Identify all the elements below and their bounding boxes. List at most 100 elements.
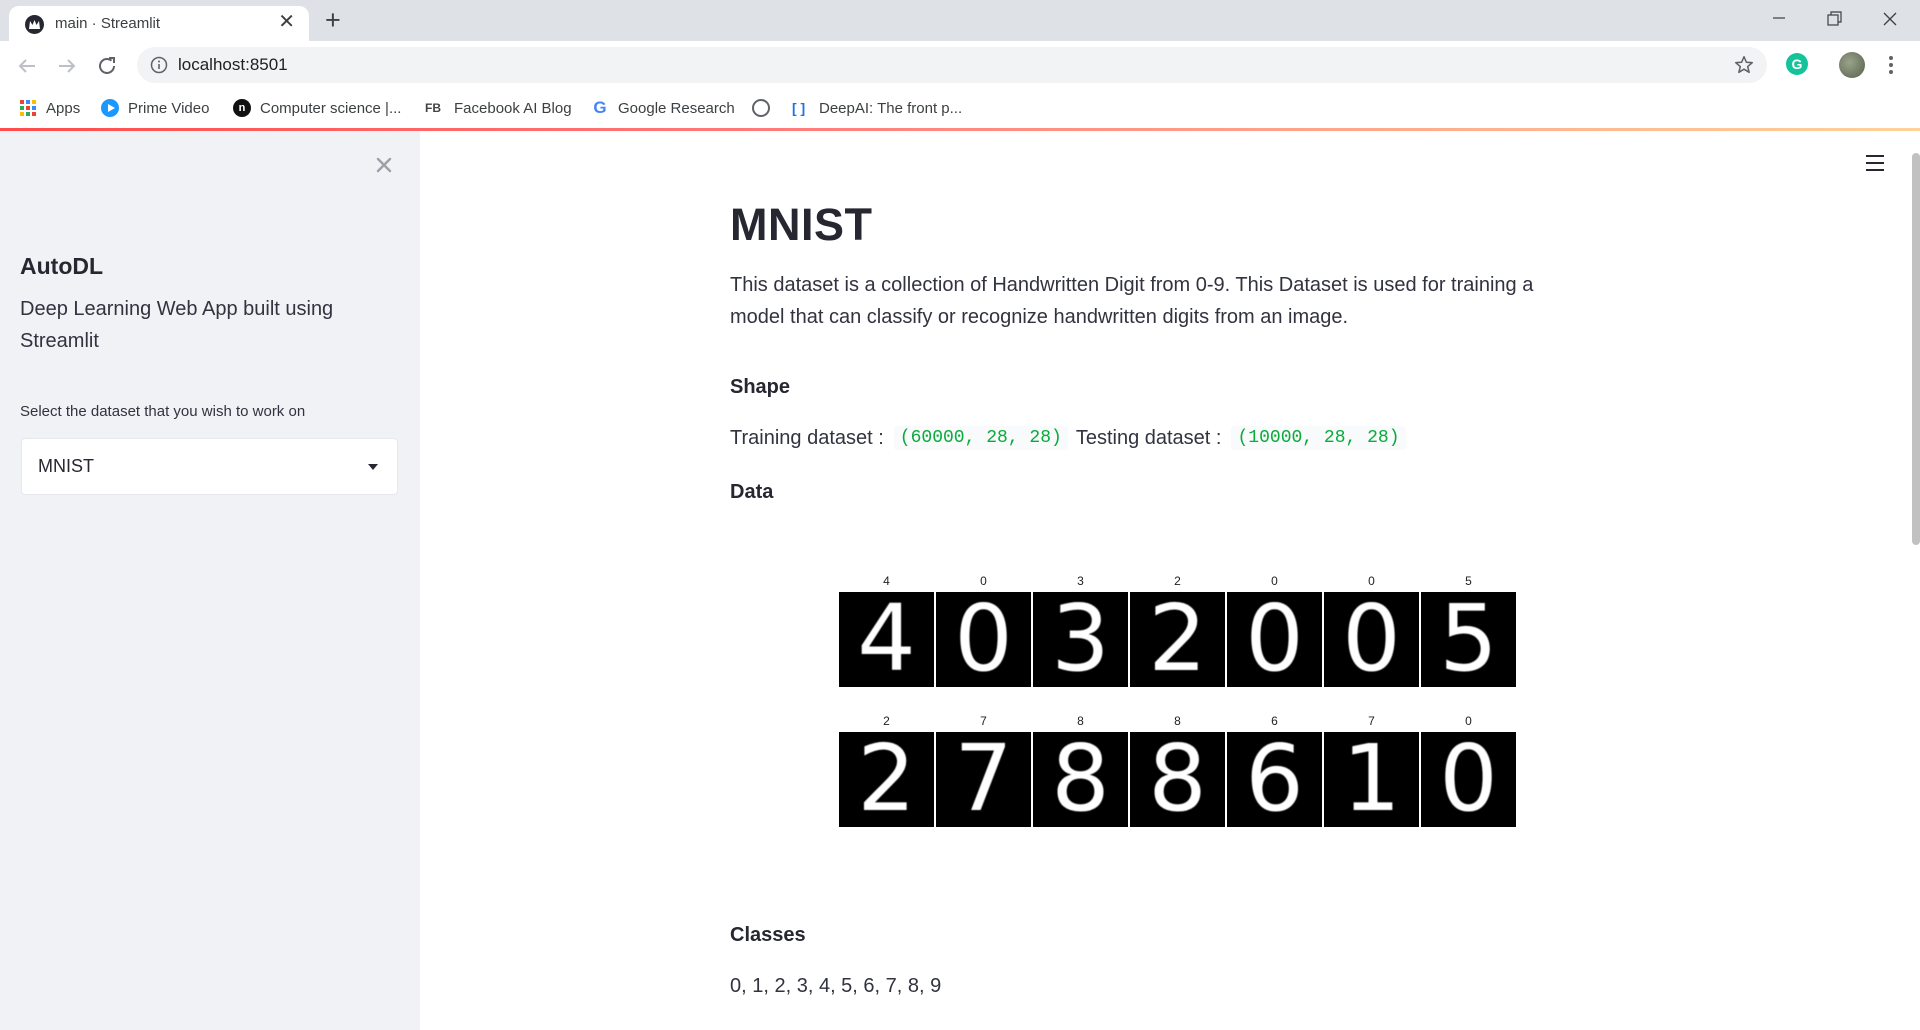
classes-list: 0, 1, 2, 3, 4, 5, 6, 7, 8, 9 bbox=[730, 975, 942, 997]
digit-image: 3 bbox=[1033, 592, 1128, 687]
digit-sample: 55 bbox=[1421, 574, 1516, 687]
training-shape: (60000, 28, 28) bbox=[893, 426, 1068, 450]
browser-menu-icon[interactable] bbox=[1887, 54, 1895, 78]
digit-image: 8 bbox=[1033, 732, 1128, 827]
back-arrow-icon[interactable] bbox=[15, 54, 39, 78]
bookmark-google-research[interactable]: G Google Research bbox=[591, 96, 735, 120]
facebook-ai-icon: FB bbox=[425, 101, 441, 115]
digit-sample: 88 bbox=[1033, 714, 1128, 827]
bookmark-prime-video[interactable]: Prime Video bbox=[101, 96, 209, 120]
bookmark-label: Google Research bbox=[618, 99, 735, 117]
browser-tab[interactable]: main · Streamlit ✕ bbox=[9, 6, 309, 41]
bookmark-label: Computer science |... bbox=[260, 99, 402, 117]
digit-image: 0 bbox=[1421, 732, 1516, 827]
digit-image: 2 bbox=[1130, 592, 1225, 687]
sidebar-close-icon[interactable] bbox=[372, 153, 396, 177]
digit-sample: 22 bbox=[839, 714, 934, 827]
digit-sample: 66 bbox=[1227, 714, 1322, 827]
shape-line: Training dataset : (60000, 28, 28) Testi… bbox=[730, 426, 1414, 450]
main-content: MNIST This dataset is a collection of Ha… bbox=[420, 131, 1920, 1030]
prime-video-icon bbox=[101, 99, 119, 117]
digit-image: 0 bbox=[936, 592, 1031, 687]
address-bar[interactable]: localhost:8501 bbox=[137, 47, 1767, 83]
forward-arrow-icon[interactable] bbox=[55, 54, 79, 78]
caret-down-icon bbox=[368, 464, 378, 470]
digit-image: 1 bbox=[1324, 732, 1419, 827]
tab-title: main · Streamlit bbox=[55, 15, 161, 32]
dataset-select-label: Select the dataset that you wish to work… bbox=[20, 403, 306, 420]
digit-image: 5 bbox=[1421, 592, 1516, 687]
digit-label: 0 bbox=[1368, 574, 1375, 588]
minimize-icon[interactable] bbox=[1751, 4, 1807, 38]
digit-label: 7 bbox=[1368, 714, 1375, 728]
training-label: Training dataset : bbox=[730, 426, 884, 449]
testing-label: Testing dataset : bbox=[1075, 426, 1222, 449]
bookmark-star-icon[interactable] bbox=[1733, 54, 1755, 76]
site-info-icon[interactable] bbox=[150, 56, 168, 74]
digit-label: 0 bbox=[980, 574, 987, 588]
digit-image: 7 bbox=[936, 732, 1031, 827]
digit-glyph: 5 bbox=[1439, 592, 1498, 687]
reload-icon[interactable] bbox=[95, 54, 119, 78]
digit-image: 4 bbox=[839, 592, 934, 687]
digit-glyph: 2 bbox=[857, 732, 916, 827]
digit-label: 7 bbox=[980, 714, 987, 728]
dataset-description: This dataset is a collection of Handwrit… bbox=[730, 274, 1534, 328]
bookmark-computer-science[interactable]: n Computer science |... bbox=[233, 96, 401, 120]
digit-sample: 77 bbox=[936, 714, 1031, 827]
digit-image: 8 bbox=[1130, 732, 1225, 827]
digit-glyph: 0 bbox=[1245, 592, 1304, 687]
digit-glyph: 3 bbox=[1051, 592, 1110, 687]
browser-tabstrip: main · Streamlit ✕ + bbox=[0, 0, 1920, 41]
digit-image: 2 bbox=[839, 732, 934, 827]
streamlit-favicon-icon bbox=[25, 15, 44, 34]
digit-glyph: 8 bbox=[1148, 732, 1207, 827]
digit-sample: 00 bbox=[1324, 574, 1419, 687]
digit-glyph: 7 bbox=[954, 732, 1013, 827]
url-text[interactable]: localhost:8501 bbox=[178, 55, 288, 75]
digit-label: 0 bbox=[1465, 714, 1472, 728]
digit-label: 2 bbox=[1174, 574, 1181, 588]
bookmark-label: DeepAI: The front p... bbox=[819, 99, 963, 117]
digit-glyph: 6 bbox=[1245, 732, 1304, 827]
sidebar-description: Deep Learning Web App built using Stream… bbox=[20, 298, 334, 352]
sidebar: AutoDL Deep Learning Web App built using… bbox=[0, 131, 420, 1030]
bookmark-label: Apps bbox=[46, 99, 81, 117]
digit-glyph: 8 bbox=[1051, 732, 1110, 827]
sample-digit-grid: 4400332200005522778888667100 bbox=[839, 574, 1519, 829]
digit-label: 6 bbox=[1271, 714, 1278, 728]
digit-sample: 22 bbox=[1130, 574, 1225, 687]
browser-toolbar: localhost:8501 G bbox=[0, 41, 1920, 88]
restore-icon[interactable] bbox=[1807, 4, 1863, 38]
bookmark-deepai[interactable]: [ ] DeepAI: The front p... bbox=[792, 96, 962, 120]
digit-glyph: 0 bbox=[954, 592, 1013, 687]
google-icon: G bbox=[593, 98, 607, 117]
dataset-select[interactable]: MNIST bbox=[21, 438, 398, 495]
digit-glyph: 4 bbox=[857, 592, 916, 687]
digit-image: 0 bbox=[1227, 592, 1322, 687]
digit-label: 3 bbox=[1077, 574, 1084, 588]
hamburger-menu-icon[interactable] bbox=[1866, 155, 1886, 173]
grammarly-extension-icon[interactable]: G bbox=[1786, 53, 1808, 75]
scrollbar[interactable] bbox=[1912, 153, 1920, 545]
new-tab-icon[interactable]: + bbox=[325, 7, 341, 34]
profile-avatar[interactable] bbox=[1839, 52, 1865, 78]
digit-glyph: 1 bbox=[1342, 732, 1401, 827]
bookmarks-bar: Apps Prime Video n Computer science |...… bbox=[0, 88, 1920, 128]
window-close-icon[interactable] bbox=[1863, 4, 1919, 38]
digit-label: 2 bbox=[883, 714, 890, 728]
sidebar-title: AutoDL bbox=[20, 253, 104, 279]
deepai-icon: [ ] bbox=[792, 100, 806, 116]
digit-sample: 33 bbox=[1033, 574, 1128, 687]
digit-sample: 00 bbox=[1227, 574, 1322, 687]
bookmark-globe[interactable] bbox=[752, 96, 779, 120]
data-heading: Data bbox=[730, 481, 774, 503]
bookmark-facebook-ai[interactable]: FB Facebook AI Blog bbox=[425, 96, 572, 120]
tab-close-icon[interactable]: ✕ bbox=[278, 12, 295, 32]
digit-glyph: 0 bbox=[1439, 732, 1498, 827]
digit-sample: 44 bbox=[839, 574, 934, 687]
bookmark-apps[interactable]: Apps bbox=[19, 96, 80, 120]
classes-heading: Classes bbox=[730, 924, 806, 946]
digit-image: 6 bbox=[1227, 732, 1322, 827]
bookmark-label: Facebook AI Blog bbox=[454, 99, 572, 117]
